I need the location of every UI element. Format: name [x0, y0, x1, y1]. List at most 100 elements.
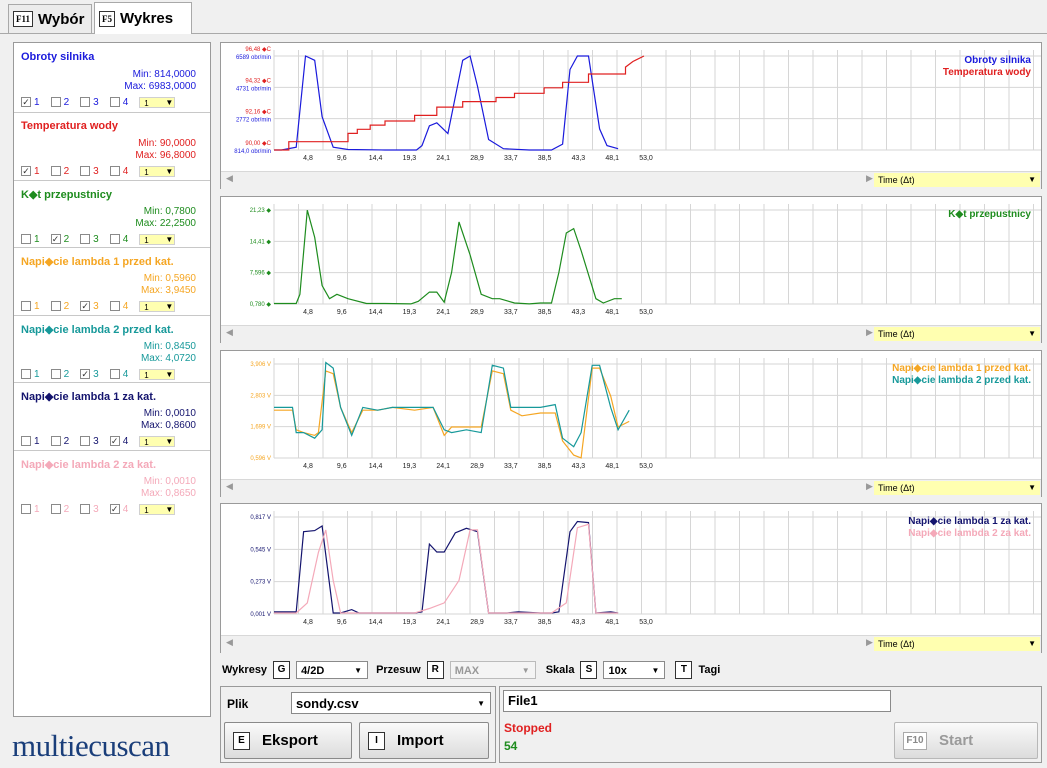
wykresy-select[interactable]: 4/2D ▼: [296, 661, 369, 679]
legend-entry: Napi◆cie lambda 1 za kat.: [908, 516, 1031, 527]
start-button[interactable]: F10 Start: [894, 722, 1038, 759]
axis-select[interactable]: 1 ▼: [139, 165, 176, 177]
chart-checkbox[interactable]: ✓: [21, 166, 31, 176]
parameter-min: Min: 0,8450: [143, 341, 196, 352]
scroll-left-icon[interactable]: ◀: [226, 481, 233, 492]
import-button[interactable]: I Import: [359, 722, 489, 759]
chart-checkbox[interactable]: [80, 97, 91, 107]
chart-checkbox-label: 1: [34, 503, 40, 515]
scroll-right-icon[interactable]: ▶: [866, 637, 873, 648]
axis-select-value: 1: [144, 505, 149, 515]
parameter-max: Max: 0,8600: [140, 420, 196, 431]
scroll-left-icon[interactable]: ◀: [226, 173, 233, 184]
chart-checkbox[interactable]: [21, 301, 31, 311]
time-axis-select[interactable]: Time (Δt) ▼: [874, 173, 1040, 187]
x-tick-label: 38,5: [538, 309, 552, 316]
scroll-right-icon[interactable]: ▶: [866, 173, 873, 184]
chart-checkbox[interactable]: [80, 166, 91, 176]
chart-checkbox[interactable]: [50, 504, 61, 514]
series-line: [274, 210, 622, 305]
chart-checkbox-label: 4: [122, 503, 129, 515]
chart-checkbox-label: 3: [93, 503, 99, 515]
chart-assign-row: 1 2 3 ✓ 4 1 ▼: [21, 502, 176, 516]
chart-scrollbar[interactable]: ◀ ▶ Time (Δt) ▼: [221, 635, 1041, 653]
chart-checkbox[interactable]: [109, 97, 120, 107]
chart-checkbox[interactable]: [109, 234, 120, 244]
parameter-max: Max: 6983,0000: [124, 81, 196, 92]
time-axis-value: Time (Δt): [878, 329, 915, 339]
time-axis-select[interactable]: Time (Δt) ▼: [874, 637, 1040, 651]
tagi-key[interactable]: T: [675, 661, 693, 679]
x-tick-label: 19,3: [403, 619, 417, 626]
chart-checkbox[interactable]: [21, 504, 31, 514]
chart-checkbox-label: 4: [122, 435, 129, 447]
x-tick-label: 38,5: [538, 463, 552, 470]
axis-select[interactable]: 1 ▼: [139, 368, 176, 380]
chart-checkbox[interactable]: [50, 369, 61, 379]
skala-select[interactable]: 10x ▼: [603, 661, 666, 679]
tab-wybor[interactable]: F11 Wybór: [8, 4, 92, 33]
chart-checkbox[interactable]: [80, 234, 91, 244]
chart-checkbox[interactable]: ✓: [80, 369, 91, 379]
axis-select[interactable]: 1 ▼: [139, 96, 176, 108]
x-tick-label: 14,4: [369, 463, 383, 470]
chart-checkbox[interactable]: [21, 369, 31, 379]
chart-checkbox[interactable]: ✓: [109, 504, 120, 514]
chart-checkbox[interactable]: [50, 166, 61, 176]
chart-checkbox[interactable]: ✓: [109, 436, 120, 446]
time-axis-select[interactable]: Time (Δt) ▼: [874, 327, 1040, 341]
x-tick-label: 53,0: [639, 463, 653, 470]
tab-wykres[interactable]: F5 Wykres: [94, 2, 192, 34]
status-panel: File1 Stopped 54 F10 Start: [499, 686, 1042, 763]
chart-checkbox[interactable]: [109, 301, 120, 311]
skala-key: S: [580, 661, 598, 679]
chart-checkbox[interactable]: ✓: [21, 97, 31, 107]
scroll-right-icon[interactable]: ▶: [866, 481, 873, 492]
przesuw-select[interactable]: MAX ▼: [449, 661, 536, 679]
parameter-max: Max: 22,2500: [135, 218, 196, 229]
scroll-left-icon[interactable]: ◀: [226, 637, 233, 648]
chevron-down-icon: ▼: [165, 301, 174, 311]
export-button[interactable]: E Eksport: [224, 722, 352, 759]
chart-checkbox-label: 1: [34, 233, 40, 245]
axis-select[interactable]: 1 ▼: [139, 233, 176, 245]
x-tick-label: 24,1: [436, 619, 450, 626]
time-axis-select[interactable]: Time (Δt) ▼: [874, 481, 1040, 495]
time-axis-value: Time (Δt): [878, 175, 915, 185]
scroll-left-icon[interactable]: ◀: [226, 327, 233, 338]
chart-checkbox[interactable]: ✓: [80, 301, 91, 311]
chart-checkbox[interactable]: [21, 436, 31, 446]
chart-checkbox[interactable]: [50, 301, 61, 311]
y-tick-label: 2772 obr/min: [236, 118, 271, 124]
parameter-sidebar: Obroty silnika Min: 814,0000 Max: 6983,000…: [13, 42, 211, 717]
axis-select-value: 1: [144, 235, 149, 245]
chevron-down-icon: ▼: [1028, 639, 1036, 648]
x-tick-label: 48,1: [605, 619, 619, 626]
chart-checkbox[interactable]: [21, 234, 31, 244]
chart-checkbox[interactable]: [109, 166, 120, 176]
x-tick-label: 43,3: [572, 309, 586, 316]
chart-scrollbar[interactable]: ◀ ▶ Time (Δt) ▼: [221, 325, 1041, 343]
chart-scrollbar[interactable]: ◀ ▶ Time (Δt) ▼: [221, 171, 1041, 189]
axis-select[interactable]: 1 ▼: [139, 503, 176, 515]
parameter-title: Obroty silnika: [21, 51, 95, 63]
session-name-field[interactable]: File1: [503, 690, 891, 712]
parameter-group: Napi◆cie lambda 1 przed kat. Min: 0,5960 M…: [14, 247, 210, 316]
x-tick-label: 24,1: [436, 309, 450, 316]
axis-select[interactable]: 1 ▼: [139, 300, 176, 312]
file-select[interactable]: sondy.csv ▼: [291, 692, 491, 714]
chart-checkbox[interactable]: ✓: [50, 234, 61, 244]
x-tick-label: 24,1: [436, 463, 450, 470]
session-name: File1: [508, 693, 538, 708]
chart-checkbox[interactable]: [80, 436, 91, 446]
przesuw-value: MAX: [454, 665, 480, 677]
chart-checkbox[interactable]: [50, 97, 61, 107]
scroll-right-icon[interactable]: ▶: [866, 327, 873, 338]
chart-checkbox[interactable]: [109, 369, 120, 379]
chart-checkbox[interactable]: [80, 504, 91, 514]
axis-select[interactable]: 1 ▼: [139, 435, 176, 447]
chart-scrollbar[interactable]: ◀ ▶ Time (Δt) ▼: [221, 479, 1041, 497]
x-tick-label: 48,1: [605, 155, 619, 162]
chart-checkbox[interactable]: [50, 436, 61, 446]
y-tick-label: 92,16 ◆C: [245, 110, 271, 116]
